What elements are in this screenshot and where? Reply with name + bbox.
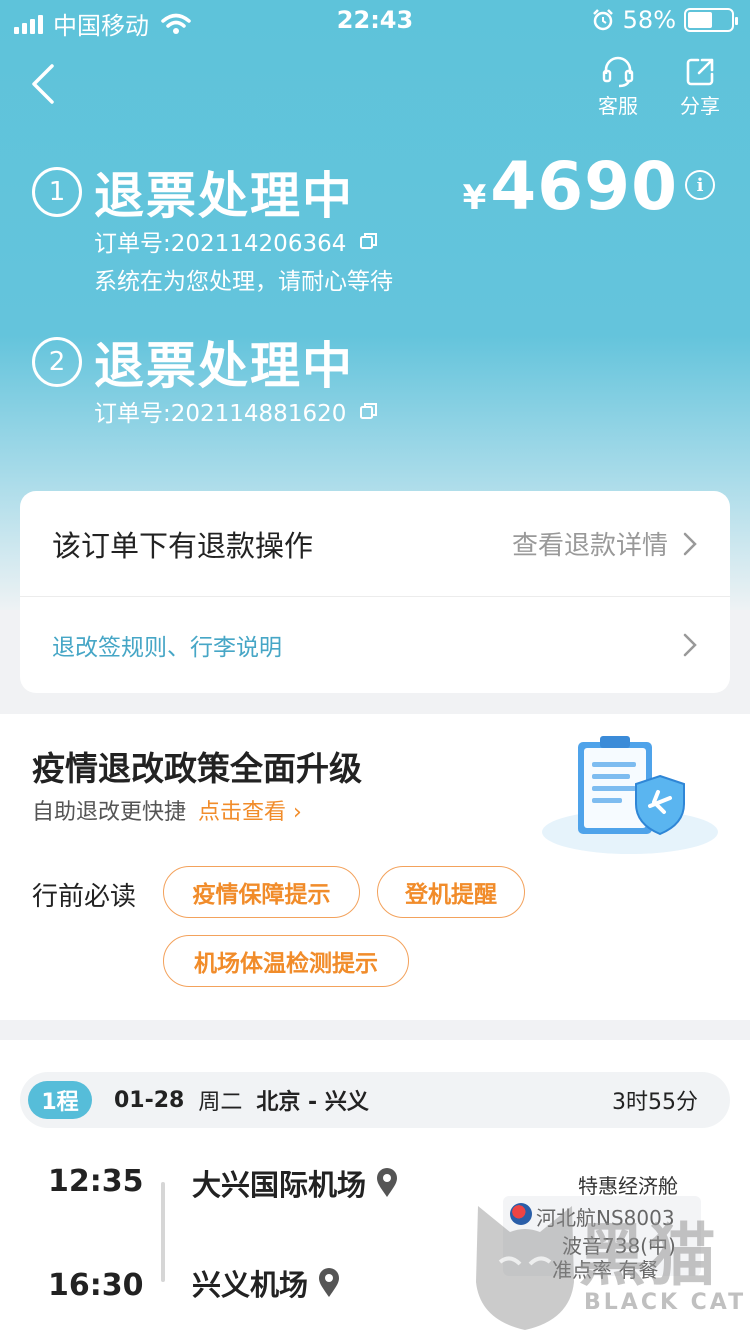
cat-logo-icon xyxy=(476,1206,574,1330)
policy-subtitle-row: 自助退改更快捷 点击查看 › xyxy=(32,794,302,826)
watermark-english: BLACK CAT xyxy=(584,1290,747,1315)
trip-leg-badge: 1程 xyxy=(28,1081,92,1119)
departure-time: 12:35 xyxy=(48,1164,144,1199)
headset-icon xyxy=(602,56,634,88)
copy-icon[interactable] xyxy=(358,400,380,422)
policy-card: 疫情退改政策全面升级 自助退改更快捷 点击查看 › 行前必读 疫情保障提示 登机… xyxy=(0,714,750,1020)
trip-date: 01-28 xyxy=(114,1087,185,1113)
copy-icon[interactable] xyxy=(358,230,380,252)
refund-details-link[interactable]: 查看退款详情 xyxy=(512,525,668,562)
policy-title: 疫情退改政策全面升级 xyxy=(32,749,362,788)
refund-amount: ¥ 4690 xyxy=(463,148,678,225)
policy-view-link[interactable]: 点击查看 › xyxy=(198,794,302,826)
trip-duration: 3时55分 xyxy=(612,1090,698,1115)
refund-details-row[interactable]: 该订单下有退款操作 查看退款详情 xyxy=(20,491,730,597)
arrival-airport[interactable]: 兴义机场 xyxy=(192,1262,340,1304)
epidemic-protection-tag[interactable]: 疫情保障提示 xyxy=(163,866,360,918)
airport-temperature-tag[interactable]: 机场体温检测提示 xyxy=(163,935,409,987)
order-1-number: 订单号:202114206364 xyxy=(94,231,347,257)
location-pin-icon[interactable] xyxy=(318,1268,340,1298)
customer-service-button[interactable]: 客服 xyxy=(588,56,648,119)
trip-route: 北京 - 兴义 xyxy=(256,1090,369,1115)
step-number-1: 1 xyxy=(32,167,82,217)
rules-row[interactable]: 退改签规则、行李说明 xyxy=(20,597,730,693)
departure-airport-name: 大兴国际机场 xyxy=(192,1168,367,1202)
alarm-icon xyxy=(592,9,613,31)
share-icon xyxy=(686,58,714,86)
refund-notice: 该订单下有退款操作 xyxy=(52,528,314,563)
order-2-status: 退票处理中 xyxy=(94,337,354,395)
order-1-number-row: 订单号:202114206364 xyxy=(94,224,380,258)
order-1-status-row: 1 退票处理中 xyxy=(32,156,354,228)
chevron-right-icon xyxy=(683,633,697,657)
chevron-right-icon xyxy=(683,532,697,555)
timeline-divider xyxy=(161,1182,165,1282)
share-label: 分享 xyxy=(680,94,720,118)
arrival-time: 16:30 xyxy=(48,1268,144,1303)
rules-link[interactable]: 退改签规则、行李说明 xyxy=(52,628,682,662)
black-cat-watermark: 黑猫 BLACK CAT xyxy=(470,1194,750,1334)
refund-card: 该订单下有退款操作 查看退款详情 退改签规则、行李说明 xyxy=(20,491,730,693)
currency-symbol: ¥ xyxy=(462,178,487,218)
customer-service-label: 客服 xyxy=(598,94,638,118)
step-number-2: 2 xyxy=(32,337,82,387)
status-bar: 中国移动 22:43 58% xyxy=(0,0,750,40)
amount-value: 4690 xyxy=(490,148,678,225)
order-2-status-row: 2 退票处理中 xyxy=(32,326,354,398)
policy-subtitle: 自助退改更快捷 xyxy=(32,800,187,825)
boarding-reminder-tag[interactable]: 登机提醒 xyxy=(377,866,525,918)
order-1-status: 退票处理中 xyxy=(94,167,354,225)
order-2-number-row: 订单号:202114881620 xyxy=(94,394,380,428)
battery-percent: 58% xyxy=(622,6,676,34)
watermark-chinese: 黑猫 xyxy=(578,1217,719,1296)
trip-summary-bar: 1程 01-28 周二 北京 - 兴义 3时55分 xyxy=(20,1072,730,1128)
share-button[interactable]: 分享 xyxy=(670,56,730,119)
policy-document-shield-illustration xyxy=(542,736,718,854)
back-icon[interactable] xyxy=(28,62,68,106)
location-pin-icon[interactable] xyxy=(376,1168,398,1198)
departure-airport[interactable]: 大兴国际机场 xyxy=(192,1162,398,1204)
status-right: 58% xyxy=(591,6,738,34)
trip-weekday: 周二 xyxy=(198,1090,243,1115)
order-2-number: 订单号:202114881620 xyxy=(94,401,347,427)
battery-icon xyxy=(684,8,738,32)
info-icon[interactable]: i xyxy=(685,170,715,200)
arrival-airport-name: 兴义机场 xyxy=(192,1268,309,1302)
must-read-label: 行前必读 xyxy=(32,882,137,912)
order-1-note: 系统在为您处理，请耐心等待 xyxy=(94,269,393,295)
